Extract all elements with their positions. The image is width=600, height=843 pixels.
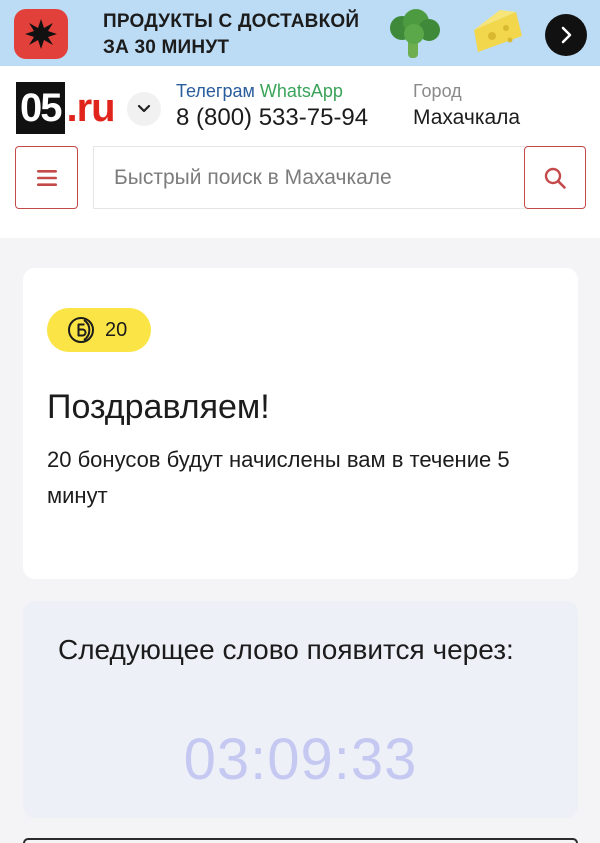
contacts: Телеграм WhatsApp 8 (800) 533-75-94 xyxy=(176,80,368,133)
logo-dark-part: 05 xyxy=(16,82,65,134)
timer-label: Следующее слово появится через: xyxy=(58,634,514,665)
promo-next-button[interactable] xyxy=(545,14,587,56)
next-section-edge xyxy=(23,838,578,843)
phone-number[interactable]: 8 (800) 533-75-94 xyxy=(176,103,368,133)
splash-logo-icon xyxy=(14,9,68,59)
congrats-title: Поздравляем! xyxy=(47,388,270,426)
bonus-count: 20 xyxy=(105,318,128,341)
congrats-text: 20 бонусов будут начислены вам в течение… xyxy=(47,447,510,508)
search-input[interactable]: Быстрый поиск в Махачкале xyxy=(93,146,525,209)
broccoli-icon xyxy=(390,9,440,58)
promo-line-2: за 30 минут xyxy=(103,37,230,58)
contact-links: Телеграм WhatsApp xyxy=(176,80,368,102)
logo-red-part: .ru xyxy=(66,86,116,130)
hamburger-icon xyxy=(36,169,57,186)
countdown-timer: 03:09:33 xyxy=(183,727,418,792)
search-placeholder: Быстрый поиск в Махачкале xyxy=(114,165,392,189)
promo-text: Продукты с доставкой за 30 минут xyxy=(103,9,359,61)
city-label: Город xyxy=(413,81,462,101)
site-header: 05 .ru Телеграм WhatsApp 8 (800) 533-75-… xyxy=(0,66,600,238)
search-button[interactable] xyxy=(524,146,586,209)
promo-banner[interactable]: Продукты с доставкой за 30 минут xyxy=(0,0,600,66)
bonus-coin-icon xyxy=(68,317,94,343)
chevron-down-icon xyxy=(137,104,151,113)
promo-line-1: Продукты с доставкой xyxy=(103,11,360,32)
city-selector[interactable]: Город Махачкала xyxy=(413,80,520,133)
bonus-badge: 20 xyxy=(47,308,152,352)
chevron-right-icon xyxy=(561,26,572,44)
search-icon xyxy=(544,167,566,189)
telegram-link[interactable]: Телеграм xyxy=(176,81,255,101)
city-value: Махачкала xyxy=(413,106,521,129)
contacts-dropdown-button[interactable] xyxy=(127,92,161,126)
cheese-icon xyxy=(474,10,522,52)
congrats-card: 20 Поздравляем! 20 бонусов будут начисле… xyxy=(23,268,578,579)
menu-button[interactable] xyxy=(15,146,78,209)
timer-card: Следующее слово появится через: 03:09:33 xyxy=(23,601,578,818)
site-logo[interactable]: 05 .ru xyxy=(16,82,116,134)
whatsapp-link[interactable]: WhatsApp xyxy=(260,81,343,101)
